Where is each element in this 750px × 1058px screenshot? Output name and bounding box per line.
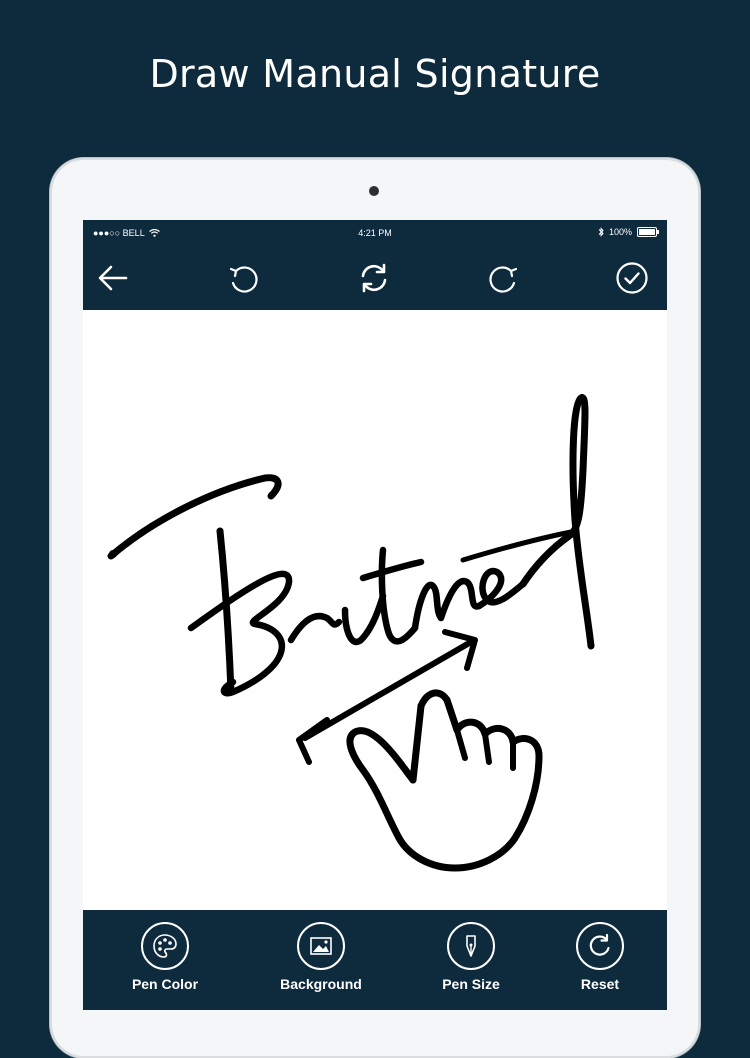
hand-gesture-icon: [346, 689, 543, 872]
signature-stroke: [341, 592, 387, 646]
hand-gesture-icon: [454, 727, 468, 761]
palette-icon: [153, 934, 177, 958]
gesture-arrow: [302, 639, 474, 741]
confirm-button[interactable]: [610, 256, 654, 300]
signature-stroke: [519, 394, 595, 650]
back-arrow-icon: [98, 265, 128, 291]
signature-stroke: [359, 558, 425, 582]
bottom-toolbar: Pen Color Background Pen Size Reset: [83, 910, 667, 1010]
status-bar: ●●●○○ BELL 4:21 PM 100%: [83, 220, 667, 246]
background-circle: [297, 922, 345, 970]
tablet-frame: ●●●○○ BELL 4:21 PM 100% Pen Color Backgr…: [50, 158, 700, 1058]
refresh-icon: [361, 263, 387, 293]
signature-stroke: [109, 550, 117, 558]
signature-stroke: [216, 527, 235, 696]
redo-button[interactable]: [481, 256, 525, 300]
hand-gesture-icon: [482, 731, 492, 765]
signature-stroke: [187, 570, 293, 697]
pen-size-circle: [447, 922, 495, 970]
redo-icon: [489, 266, 518, 293]
app-screen: ●●●○○ BELL 4:21 PM 100% Pen Color Backgr…: [83, 220, 667, 1010]
signature-stroke: [411, 577, 483, 632]
signature-drawing: [107, 394, 595, 872]
pen-size-button[interactable]: Pen Size: [416, 922, 526, 1010]
gesture-arrow: [296, 717, 330, 765]
back-button[interactable]: [91, 256, 135, 300]
pen-size-label: Pen Size: [442, 976, 500, 992]
signature-canvas[interactable]: [83, 310, 667, 910]
background-label: Background: [280, 976, 362, 992]
camera-dot: [369, 186, 379, 196]
battery-percent: 100%: [608, 227, 632, 237]
refresh-button[interactable]: [352, 256, 396, 300]
reset-circle: [576, 922, 624, 970]
signature-stroke: [107, 474, 282, 560]
signature-stroke: [475, 567, 527, 610]
check-circle-icon: [616, 262, 648, 294]
status-time: 4:21 PM: [358, 228, 392, 238]
hand-gesture-icon: [409, 702, 425, 784]
top-toolbar: [83, 246, 667, 310]
reset-label: Reset: [580, 976, 620, 992]
pen-nib-icon: [466, 935, 476, 957]
background-button[interactable]: Background: [266, 922, 376, 1010]
reset-icon: [589, 933, 610, 956]
pen-color-circle: [141, 922, 189, 970]
bluetooth-icon: [598, 227, 604, 237]
pen-color-button[interactable]: Pen Color: [110, 922, 220, 1010]
image-icon: [310, 937, 332, 955]
pen-color-label: Pen Color: [131, 976, 199, 992]
undo-button[interactable]: [222, 256, 266, 300]
undo-icon: [229, 266, 258, 293]
page-headline: Draw Manual Signature: [149, 52, 601, 96]
reset-button[interactable]: Reset: [545, 922, 655, 1010]
signature-stroke: [287, 612, 343, 644]
battery-icon: [637, 227, 659, 237]
